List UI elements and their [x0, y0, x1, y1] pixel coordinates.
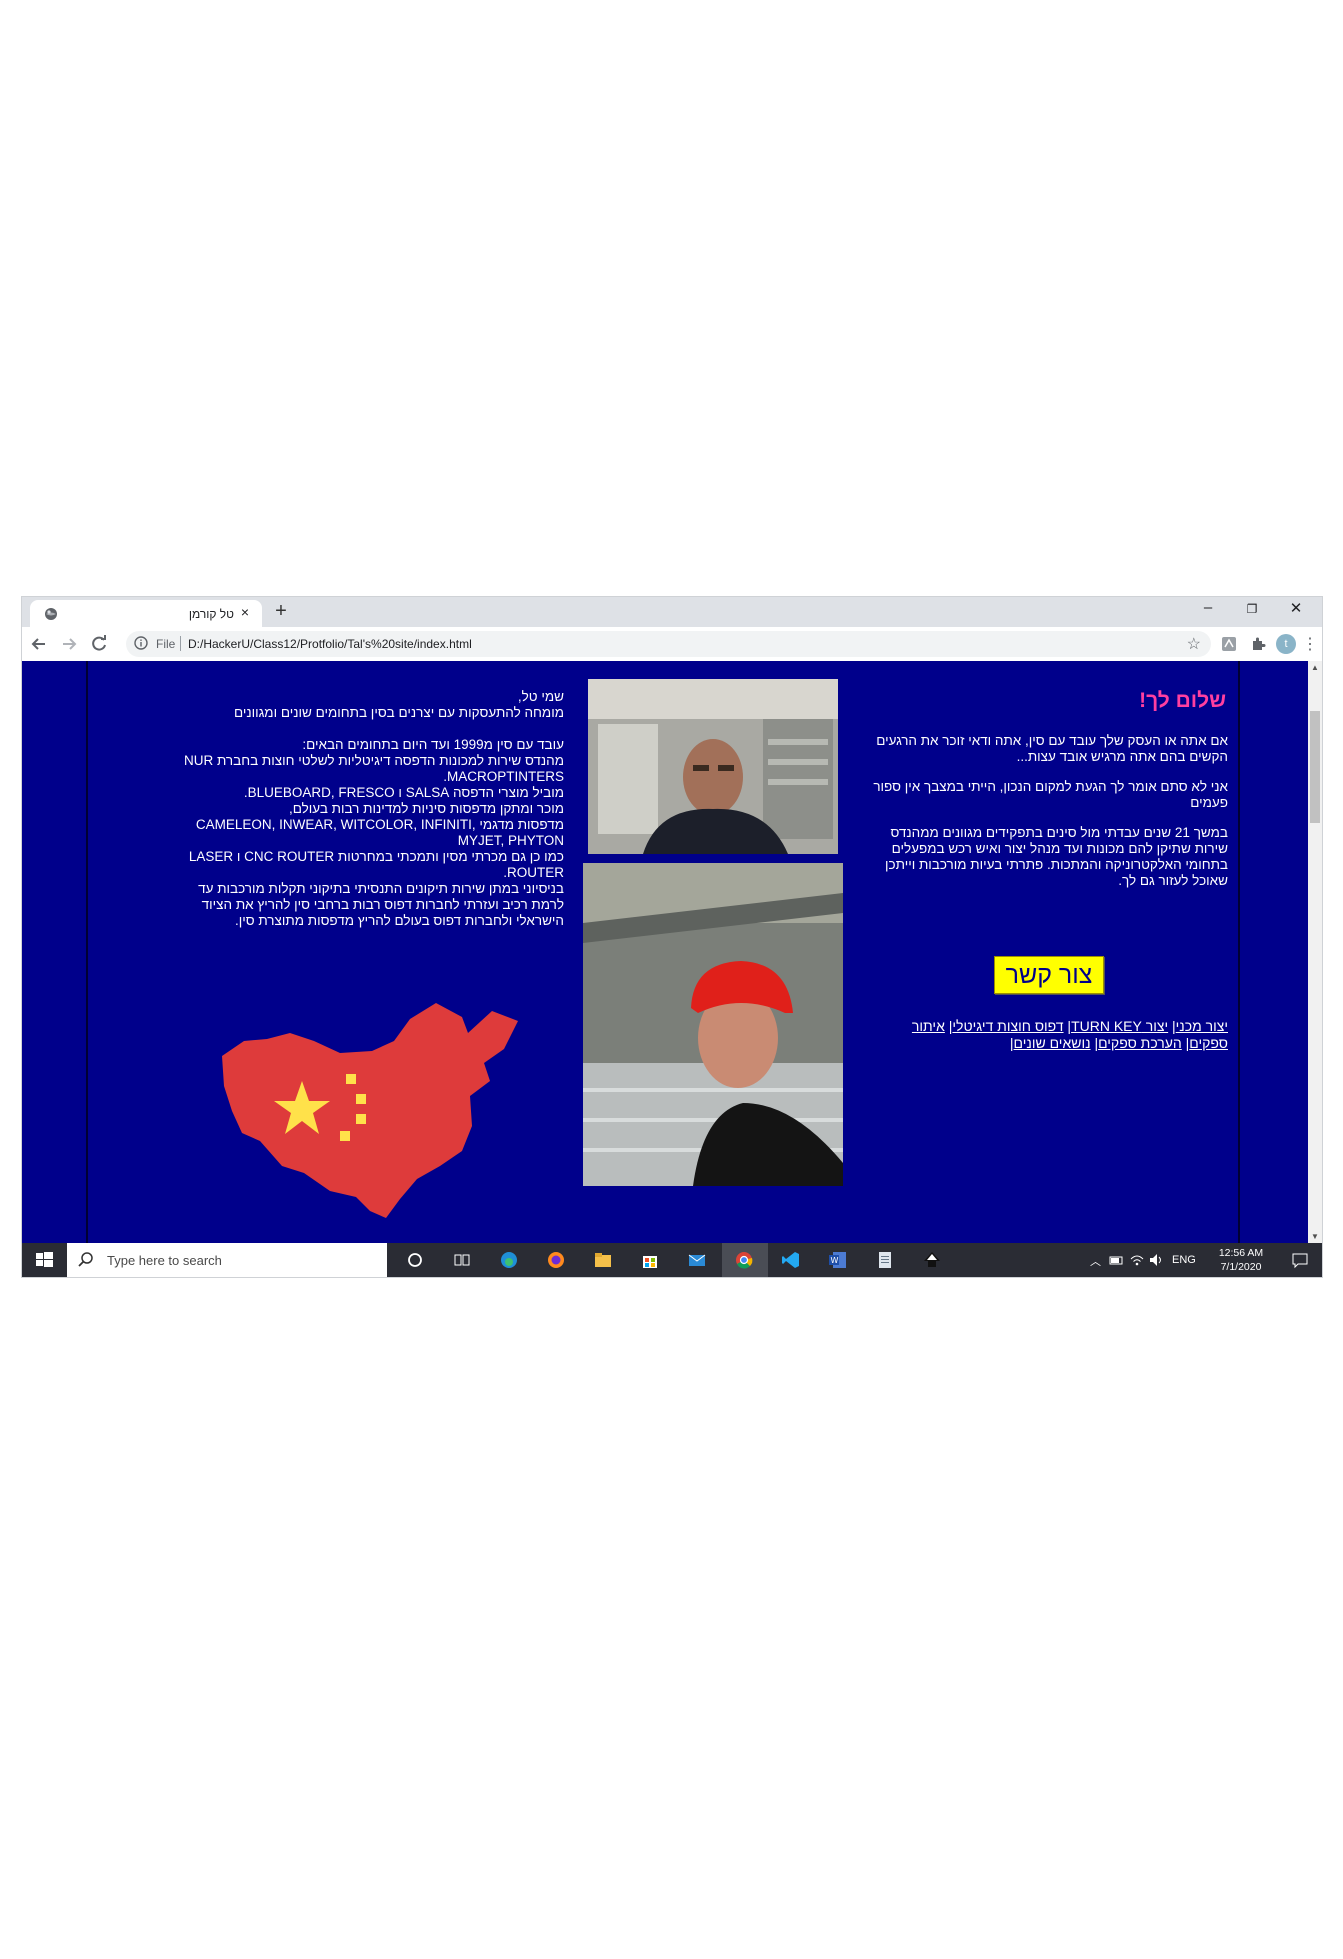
back-arrow-icon[interactable] — [28, 633, 50, 655]
scrollbar-thumb[interactable] — [1310, 711, 1320, 823]
address-bar[interactable]: File D:/HackerU/Class12/Protfolio/Tal's%… — [126, 631, 1211, 657]
about-line: עובד עם סין מ1999 ועד היום בתחומים הבאים… — [302, 737, 564, 752]
web-page: שלום לך! אם אתה או העסק שלך עובד עם סין,… — [22, 661, 1322, 1243]
about-line: מומחה להתעסקות עם יצרנים בסין בתחומים שו… — [233, 705, 564, 720]
tab-title: טל קורמן — [188, 607, 234, 621]
windows-start-icon[interactable] — [22, 1243, 67, 1277]
browser-toolbar: File D:/HackerU/Class12/Protfolio/Tal's%… — [22, 627, 1322, 662]
about-line: מדפסות מדגמי CAMELEON, INWEAR, WITCOLOR,… — [195, 817, 564, 848]
services-links: יצור מכני| יצור TURN KEY| דפוס חוצות דיג… — [888, 1018, 1228, 1052]
about-line: שמי טל, — [517, 689, 564, 704]
word-icon[interactable]: W — [828, 1250, 848, 1270]
battery-icon[interactable] — [1108, 1250, 1126, 1270]
about-line: כמו כן גם מכרתי מסין ותמכתי במחרטות CNC … — [188, 849, 564, 880]
system-clock[interactable]: 12:56 AM 7/1/2020 — [1214, 1246, 1268, 1274]
taskbar-search-box[interactable]: Type here to search — [67, 1243, 387, 1277]
about-line: מוכר ומתקן מדפסות סיניות למדינות רבות בע… — [288, 801, 564, 816]
link-supplier-evaluation[interactable]: הערכת ספקים — [1098, 1035, 1182, 1051]
browser-window: טל קורמן × + – ❐ ✕ File D:/HackerU/Class — [22, 597, 1322, 1277]
contact-button[interactable]: צור קשר — [994, 956, 1104, 994]
reload-icon[interactable] — [88, 633, 110, 655]
search-placeholder: Type here to search — [107, 1253, 222, 1268]
page-divider-right — [1238, 661, 1240, 1243]
greeting-heading: שלום לך! — [1139, 689, 1226, 712]
intro-text: אם אתה או העסק שלך עובד עם סין, אתה ודאי… — [868, 733, 1228, 903]
about-line: מהנדס שירות למכונות הדפסה דיגיטליות לשלט… — [183, 753, 564, 784]
restore-button[interactable]: ❐ — [1230, 602, 1274, 616]
page-scrollbar[interactable]: ▲ ▼ — [1308, 661, 1322, 1243]
about-text: שמי טל, מומחה להתעסקות עם יצרנים בסין בת… — [184, 689, 564, 929]
bookmark-star-icon[interactable]: ☆ — [1187, 634, 1201, 654]
vscode-icon[interactable] — [781, 1250, 801, 1270]
puzzle-extensions-icon[interactable] — [1250, 636, 1266, 652]
address-url[interactable]: D:/HackerU/Class12/Protfolio/Tal's%20sit… — [188, 637, 472, 651]
svg-text:W: W — [831, 1256, 839, 1265]
link-turn-key-production[interactable]: יצור TURN KEY — [1071, 1018, 1168, 1034]
cortana-icon[interactable] — [405, 1250, 425, 1270]
notepad-icon[interactable] — [875, 1250, 895, 1270]
file-explorer-icon[interactable] — [593, 1250, 613, 1270]
task-view-icon[interactable] — [452, 1250, 472, 1270]
about-line: בניסיוני במתן שירות תיקונים התנסיתי בתיק… — [198, 881, 564, 928]
close-window-button[interactable]: ✕ — [1274, 599, 1318, 617]
page-divider-left — [86, 661, 88, 1243]
scroll-down-arrow-icon[interactable]: ▼ — [1308, 1232, 1322, 1241]
profile-photo-factory — [588, 679, 838, 854]
link-mechanical-production[interactable]: יצור מכני — [1176, 1018, 1228, 1034]
search-icon — [78, 1252, 93, 1267]
profile-photo-hardhat — [583, 863, 843, 1186]
microsoft-store-icon[interactable] — [640, 1250, 660, 1270]
firefox-icon[interactable] — [546, 1250, 566, 1270]
pdf-extension-icon[interactable] — [1221, 636, 1237, 652]
profile-avatar[interactable]: t — [1276, 634, 1296, 654]
intro-paragraph: אני לא סתם אומר לך הגעת למקום הנכון, היי… — [873, 779, 1228, 810]
link-digital-outdoor-printing[interactable]: דפוס חוצות דיגיטלי — [952, 1018, 1063, 1034]
globe-icon — [45, 608, 57, 620]
wifi-icon[interactable] — [1128, 1250, 1146, 1270]
windows-taskbar: Type here to search W ︿ ENG 12:56 AM 7/1… — [22, 1243, 1322, 1277]
minimize-button[interactable]: – — [1186, 599, 1230, 616]
language-indicator[interactable]: ENG — [1172, 1254, 1196, 1288]
tab-active[interactable]: טל קורמן × — [30, 600, 262, 627]
kebab-menu-icon[interactable]: ⋮ — [1302, 634, 1318, 654]
intro-paragraph: במשך 21 שנים עבדתי מול סינים בתפקידים מג… — [885, 825, 1228, 888]
edge-browser-icon[interactable] — [499, 1250, 519, 1270]
about-spacer — [184, 721, 564, 737]
about-line: מוביל מוצרי הדפסה SALSA ו BLUEBOARD, FRE… — [243, 785, 564, 800]
tray-overflow-icon[interactable]: ︿ — [1090, 1253, 1101, 1287]
notification-center-icon[interactable] — [1290, 1250, 1310, 1270]
address-scheme: File — [156, 637, 176, 651]
new-tab-button[interactable]: + — [268, 600, 294, 623]
tab-strip: טל קורמן × + – ❐ ✕ — [22, 597, 1322, 627]
address-divider — [180, 636, 181, 651]
volume-icon[interactable] — [1148, 1250, 1166, 1270]
chrome-icon[interactable] — [734, 1250, 754, 1270]
scroll-up-arrow-icon[interactable]: ▲ — [1308, 663, 1322, 672]
forward-arrow-icon[interactable] — [58, 633, 80, 655]
mail-icon[interactable] — [687, 1250, 707, 1270]
clock-time: 12:56 AM — [1218, 1247, 1264, 1259]
tab-close-icon[interactable]: × — [237, 604, 253, 620]
intro-paragraph: אם אתה או העסק שלך עובד עם סין, אתה ודאי… — [876, 733, 1228, 764]
info-icon[interactable] — [134, 636, 148, 650]
china-flag-map-icon — [222, 1003, 518, 1218]
clock-date: 7/1/2020 — [1220, 1261, 1262, 1273]
link-misc-topics[interactable]: נושאים שונים — [1014, 1035, 1091, 1051]
inkscape-icon[interactable] — [922, 1250, 942, 1270]
